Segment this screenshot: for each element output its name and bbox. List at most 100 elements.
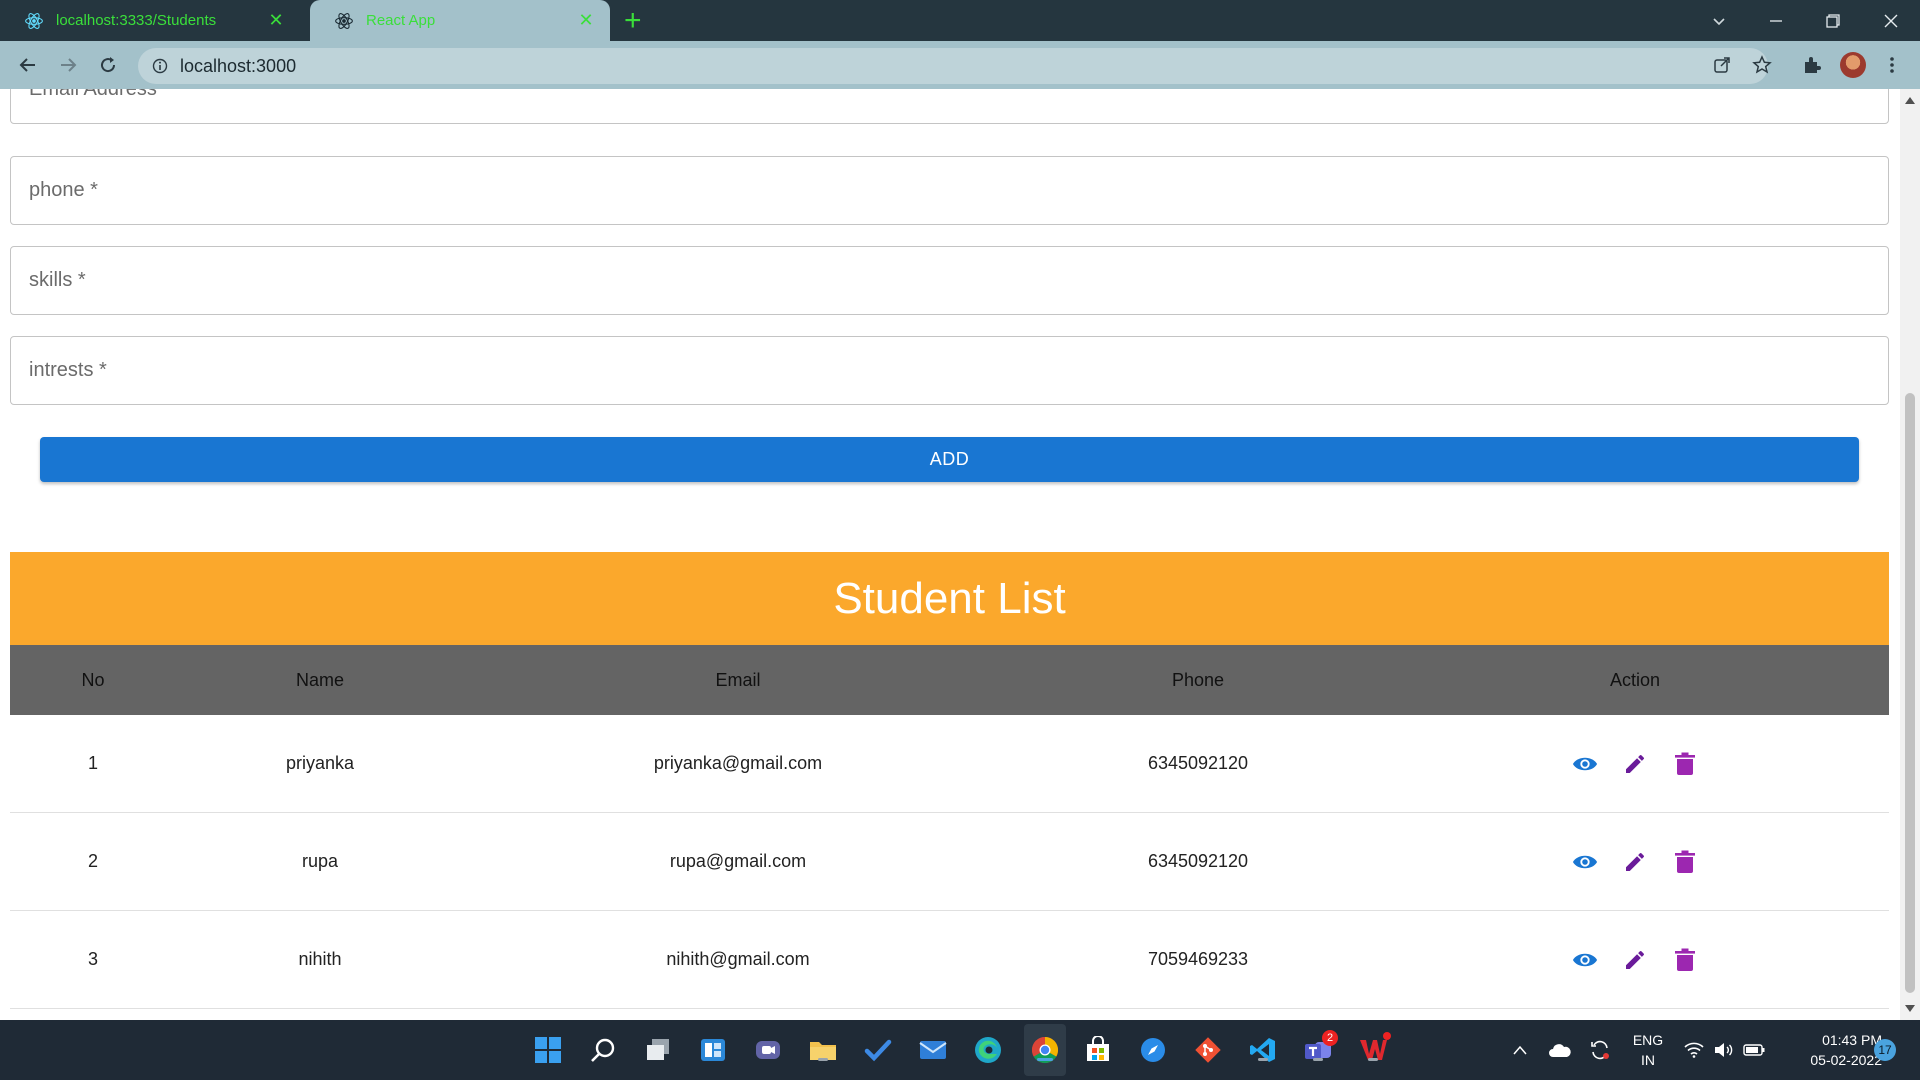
share-icon[interactable] (1706, 49, 1738, 81)
wifi-icon[interactable] (1680, 1020, 1708, 1080)
running-indicator (1368, 1058, 1378, 1061)
wps-office-icon[interactable] (1357, 1032, 1391, 1066)
teams-icon[interactable]: 2 (1302, 1030, 1338, 1066)
interests-field[interactable]: intrests * (10, 336, 1889, 405)
view-icon[interactable] (1572, 751, 1598, 777)
column-header-action: Action (1609, 669, 1661, 690)
teams-chat-icon[interactable] (752, 1034, 784, 1066)
volume-icon[interactable] (1710, 1020, 1738, 1080)
browser-menu-icon[interactable] (1876, 49, 1908, 81)
show-hidden-icons-icon[interactable] (1506, 1020, 1534, 1080)
browser-tab-students[interactable]: localhost:3333/Students ✕ (0, 0, 300, 41)
row-actions (1384, 813, 1886, 910)
widgets-icon[interactable] (697, 1034, 729, 1066)
clock-date: 05-02-2022 (1810, 1052, 1882, 1068)
delete-icon[interactable] (1672, 947, 1698, 973)
table-header: No Name Email Phone Action (10, 645, 1889, 715)
row-no: 3 (87, 949, 98, 969)
safari-icon[interactable] (1137, 1034, 1169, 1066)
view-icon[interactable] (1572, 849, 1598, 875)
windows-start-icon[interactable] (532, 1034, 564, 1066)
row-email: nihith@gmail.com (666, 949, 810, 969)
edit-icon[interactable] (1622, 849, 1648, 875)
restore-icon[interactable] (1804, 0, 1862, 41)
scroll-down-icon[interactable] (1905, 1005, 1915, 1012)
delete-icon[interactable] (1672, 849, 1698, 875)
clock-time: 01:43 PM (1822, 1032, 1882, 1048)
reload-icon[interactable] (92, 49, 124, 81)
notification-dot (1383, 1032, 1391, 1040)
search-icon[interactable] (587, 1034, 619, 1066)
forward-icon[interactable] (52, 49, 84, 81)
task-view-icon[interactable] (642, 1034, 674, 1066)
row-phone: 7059469233 (1147, 949, 1249, 969)
sync-icon[interactable] (1584, 1020, 1616, 1080)
close-window-icon[interactable] (1862, 0, 1920, 41)
running-indicator (1037, 1058, 1053, 1061)
scroll-up-icon[interactable] (1905, 97, 1915, 104)
student-table: No Name Email Phone Action 1 priyanka pr… (10, 645, 1889, 1009)
language-text: ENG (1632, 1032, 1664, 1048)
extensions-icon[interactable] (1796, 49, 1828, 81)
phone-field-label: phone * (29, 179, 98, 201)
browser-tab-react-app[interactable]: React App ✕ (310, 0, 610, 41)
view-icon[interactable] (1572, 947, 1598, 973)
column-header-email: Email (715, 669, 761, 690)
running-indicator (1258, 1058, 1268, 1061)
language-indicator[interactable]: ENG IN (1628, 1030, 1668, 1070)
new-tab-icon[interactable]: + (624, 4, 642, 38)
notification-count-badge[interactable]: 17 (1874, 1039, 1896, 1061)
email-field-label: Email Address * (29, 89, 171, 100)
row-no: 1 (87, 753, 98, 773)
profile-avatar[interactable] (1837, 49, 1869, 81)
mail-icon[interactable] (917, 1034, 949, 1066)
email-field[interactable]: Email Address * (10, 89, 1889, 124)
student-list-title: Student List (10, 552, 1889, 645)
row-phone: 6345092120 (1147, 851, 1249, 871)
back-icon[interactable] (12, 49, 44, 81)
file-explorer-icon[interactable] (807, 1034, 839, 1066)
url-text: localhost:3000 (180, 55, 297, 76)
microsoft-store-icon[interactable] (1082, 1034, 1114, 1066)
page-scrollbar[interactable] (1900, 89, 1920, 1020)
tab-close-icon[interactable]: ✕ (576, 10, 596, 31)
edit-icon[interactable] (1622, 947, 1648, 973)
edge-icon[interactable] (972, 1034, 1004, 1066)
row-actions (1384, 911, 1886, 1008)
tab-search-icon[interactable] (1690, 0, 1748, 41)
tab-title: React App (366, 12, 436, 29)
row-phone: 6345092120 (1147, 753, 1249, 773)
vscode-icon[interactable] (1247, 1034, 1279, 1066)
row-no: 2 (87, 851, 98, 871)
running-indicator (818, 1058, 828, 1061)
chrome-icon[interactable] (1029, 1034, 1061, 1066)
interests-field-label: intrests * (29, 359, 107, 381)
taskbar: 2 ENG IN 01:43 PM 05-02-2022 17 (0, 1020, 1920, 1080)
clock[interactable]: 01:43 PM 05-02-2022 (1772, 1030, 1882, 1070)
git-icon[interactable] (1192, 1034, 1224, 1066)
phone-field[interactable]: phone * (10, 156, 1889, 225)
skills-field[interactable]: skills * (10, 246, 1889, 315)
table-row: 1 priyanka priyanka@gmail.com 6345092120 (10, 715, 1889, 813)
minimize-icon[interactable] (1747, 0, 1805, 41)
skills-field-label: skills * (29, 269, 86, 291)
scrollbar-thumb[interactable] (1905, 393, 1915, 993)
address-bar[interactable]: localhost:3000 (138, 48, 1768, 84)
running-indicator (1313, 1058, 1323, 1061)
column-header-no: No (81, 669, 105, 690)
add-button[interactable]: ADD (40, 437, 1859, 482)
column-header-phone: Phone (1171, 669, 1225, 690)
todo-icon[interactable] (862, 1034, 894, 1066)
onedrive-icon[interactable] (1544, 1020, 1576, 1080)
delete-icon[interactable] (1672, 751, 1698, 777)
battery-icon[interactable] (1740, 1020, 1768, 1080)
teams-badge: 2 (1322, 1030, 1338, 1046)
site-info-icon[interactable] (152, 58, 168, 74)
bookmark-star-icon[interactable] (1746, 49, 1778, 81)
row-actions (1384, 715, 1886, 812)
row-name: rupa (301, 851, 339, 871)
tab-close-icon[interactable]: ✕ (266, 10, 286, 31)
column-header-name: Name (295, 669, 344, 690)
edit-icon[interactable] (1622, 751, 1648, 777)
tab-title: localhost:3333/Students (56, 12, 217, 29)
